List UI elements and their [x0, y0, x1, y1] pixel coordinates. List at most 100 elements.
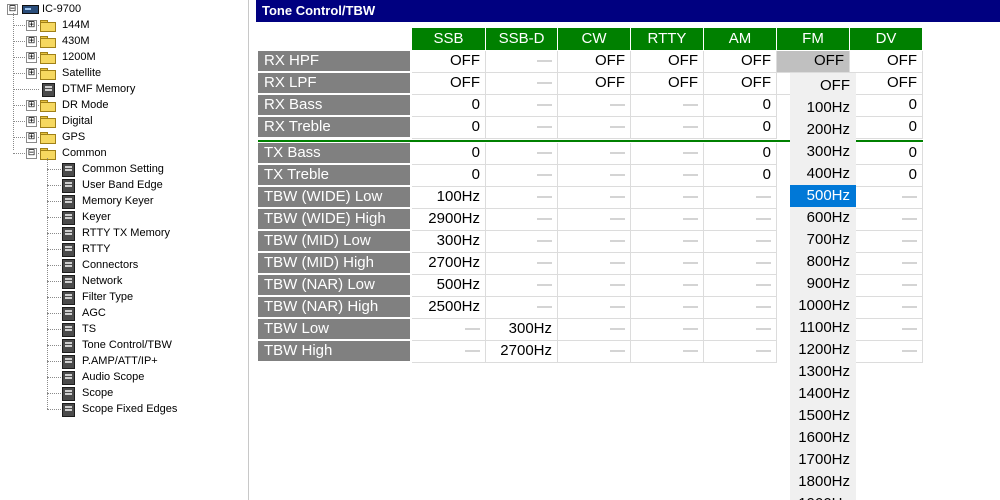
collapse-icon[interactable]: ⊟ [26, 148, 37, 159]
dropdown-option[interactable]: 700Hz [790, 229, 856, 251]
dropdown-option[interactable]: 900Hz [790, 273, 856, 295]
value-cell[interactable]: — [558, 95, 631, 117]
dropdown-option[interactable]: 1400Hz [790, 383, 856, 405]
value-cell[interactable]: — [558, 117, 631, 139]
tree-item-memory-keyer[interactable]: Memory Keyer [82, 193, 154, 209]
value-cell[interactable]: — [704, 231, 777, 253]
tree-item-dtmf-memory[interactable]: DTMF Memory [62, 81, 135, 97]
value-cell[interactable]: — [558, 231, 631, 253]
expand-icon[interactable]: ⊞ [26, 68, 37, 79]
value-cell[interactable]: — [704, 319, 777, 341]
value-cell[interactable]: 0 [850, 143, 923, 165]
tree-item-scope[interactable]: Scope [82, 385, 113, 401]
value-cell[interactable]: 2700Hz [486, 341, 558, 363]
value-cell[interactable]: — [850, 319, 923, 341]
value-cell[interactable]: 0 [704, 165, 777, 187]
dropdown-option[interactable]: 1200Hz [790, 339, 856, 361]
fm-rx-hpf-dropdown-list[interactable]: OFF 100Hz 200Hz 300Hz 400Hz 500Hz 600Hz 700Hz 80… [790, 73, 856, 500]
value-cell[interactable]: — [850, 231, 923, 253]
value-cell[interactable]: OFF [558, 73, 631, 95]
value-cell[interactable]: — [486, 95, 558, 117]
dropdown-option[interactable]: 300Hz [790, 141, 856, 163]
value-cell[interactable]: — [486, 231, 558, 253]
dropdown-option[interactable]: 800Hz [790, 251, 856, 273]
expand-icon[interactable]: ⊞ [26, 20, 37, 31]
value-cell[interactable]: — [486, 275, 558, 297]
value-cell[interactable]: — [486, 297, 558, 319]
dropdown-option[interactable]: 200Hz [790, 119, 856, 141]
value-cell[interactable]: — [486, 253, 558, 275]
value-cell[interactable]: — [704, 187, 777, 209]
settings-tree[interactable]: ⊟ IC-9700 ⊞ 144M ⊞ 430M ⊞ 1200M ⊞ Satellite DTMF M… [0, 0, 249, 500]
value-cell[interactable]: — [850, 341, 923, 363]
value-cell[interactable]: 500Hz [412, 275, 486, 297]
value-cell[interactable]: — [850, 253, 923, 275]
value-cell[interactable]: — [631, 319, 704, 341]
value-cell[interactable]: 300Hz [486, 319, 558, 341]
value-cell[interactable]: 2500Hz [412, 297, 486, 319]
value-cell[interactable]: — [558, 275, 631, 297]
value-cell[interactable]: — [486, 51, 558, 73]
value-cell[interactable]: OFF [704, 51, 777, 73]
tree-item-430m[interactable]: 430M [62, 33, 90, 49]
tree-item-user-band-edge[interactable]: User Band Edge [82, 177, 163, 193]
expand-icon[interactable]: ⊞ [26, 132, 37, 143]
tree-item-144m[interactable]: 144M [62, 17, 90, 33]
tree-item-keyer[interactable]: Keyer [82, 209, 111, 225]
dropdown-option[interactable]: 1600Hz [790, 427, 856, 449]
value-cell[interactable]: 0 [704, 117, 777, 139]
value-cell[interactable]: — [631, 95, 704, 117]
value-cell[interactable]: — [631, 143, 704, 165]
dropdown-option[interactable]: 1100Hz [790, 317, 856, 339]
value-cell[interactable]: 0 [412, 165, 486, 187]
value-cell[interactable]: — [486, 165, 558, 187]
dropdown-option[interactable]: 1500Hz [790, 405, 856, 427]
value-cell[interactable]: — [704, 275, 777, 297]
value-cell[interactable]: 300Hz [412, 231, 486, 253]
value-cell[interactable]: — [558, 253, 631, 275]
value-cell[interactable]: — [850, 297, 923, 319]
dropdown-option[interactable]: 1800Hz [790, 471, 856, 493]
tree-item-rtty[interactable]: RTTY [82, 241, 111, 257]
value-cell[interactable]: — [704, 341, 777, 363]
value-cell[interactable]: 2900Hz [412, 209, 486, 231]
value-cell[interactable]: — [558, 341, 631, 363]
value-cell[interactable]: — [850, 187, 923, 209]
value-cell[interactable]: OFF [412, 51, 486, 73]
tree-item-scope-fixed-edges[interactable]: Scope Fixed Edges [82, 401, 177, 417]
value-cell[interactable]: 0 [412, 95, 486, 117]
value-cell[interactable]: — [486, 209, 558, 231]
value-cell[interactable]: — [850, 275, 923, 297]
value-cell[interactable]: — [631, 165, 704, 187]
tree-item-agc[interactable]: AGC [82, 305, 106, 321]
value-cell[interactable]: 0 [850, 117, 923, 139]
value-cell[interactable]: 2700Hz [412, 253, 486, 275]
tree-item-rtty-tx-memory[interactable]: RTTY TX Memory [82, 225, 170, 241]
tree-item-1200m[interactable]: 1200M [62, 49, 96, 65]
tree-item-filter-type[interactable]: Filter Type [82, 289, 133, 305]
value-cell[interactable]: — [631, 253, 704, 275]
value-cell[interactable]: OFF [850, 73, 923, 95]
value-cell[interactable]: OFF [777, 51, 850, 73]
tree-item-tone-control-tbw[interactable]: Tone Control/TBW [82, 337, 172, 353]
expand-icon[interactable]: ⊞ [26, 52, 37, 63]
dropdown-option[interactable]: 1900Hz [790, 493, 856, 500]
tree-item-digital[interactable]: Digital [62, 113, 93, 129]
value-cell[interactable]: 100Hz [412, 187, 486, 209]
tree-item-p-amp-att-ip[interactable]: P.AMP/ATT/IP+ [82, 353, 158, 369]
dropdown-option[interactable]: 600Hz [790, 207, 856, 229]
dropdown-option[interactable]: 100Hz [790, 97, 856, 119]
tree-item-common-setting[interactable]: Common Setting [82, 161, 164, 177]
value-cell[interactable]: 0 [704, 95, 777, 117]
value-cell[interactable]: — [631, 231, 704, 253]
tree-item-network[interactable]: Network [82, 273, 122, 289]
value-cell[interactable]: — [486, 73, 558, 95]
value-cell[interactable]: — [631, 117, 704, 139]
value-cell[interactable]: 0 [412, 117, 486, 139]
value-cell[interactable]: — [558, 297, 631, 319]
tree-item-dr-mode[interactable]: DR Mode [62, 97, 108, 113]
dropdown-option[interactable]: 1700Hz [790, 449, 856, 471]
value-cell[interactable]: — [486, 117, 558, 139]
value-cell[interactable]: — [412, 341, 486, 363]
value-cell[interactable]: OFF [850, 51, 923, 73]
